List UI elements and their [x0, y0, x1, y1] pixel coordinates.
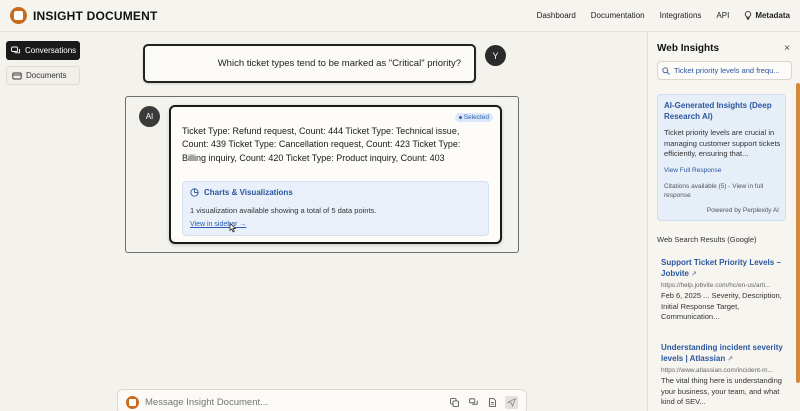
- document-icon: [12, 72, 22, 79]
- web-insights-title: Web Insights: [657, 43, 720, 54]
- search-result[interactable]: Understanding incident severity levels |…: [661, 343, 785, 408]
- chart-pie-icon: [190, 188, 199, 197]
- metadata-label: Metadata: [755, 11, 790, 20]
- close-icon[interactable]: ×: [784, 43, 790, 54]
- chat-bubbles-icon: [469, 397, 478, 405]
- top-header: INSIGHT DOCUMENT Dashboard Documentation…: [0, 0, 800, 32]
- sidebar-item-documents[interactable]: Documents: [6, 66, 80, 85]
- external-link-icon: ↗: [727, 355, 734, 363]
- copy-button[interactable]: [448, 396, 461, 409]
- ai-avatar: AI: [139, 106, 160, 127]
- lightbulb-icon: [745, 11, 752, 20]
- result-url: https://www.atlassian.com/incident-m...: [661, 367, 773, 374]
- send-button[interactable]: [505, 395, 518, 409]
- copy-icon: [450, 397, 459, 407]
- message-input[interactable]: [145, 396, 448, 408]
- user-avatar: Y: [485, 45, 506, 66]
- send-icon: [507, 397, 516, 407]
- chat-mode-button[interactable]: [467, 396, 480, 409]
- viz-title-label: Charts & Visualizations: [204, 188, 293, 197]
- web-insights-panel: Web Insights × AI-Generated Insights (De…: [647, 33, 800, 411]
- nav-integrations[interactable]: Integrations: [660, 11, 702, 20]
- nav-dashboard[interactable]: Dashboard: [537, 11, 576, 20]
- user-message: Which ticket types tend to be marked as …: [143, 44, 476, 83]
- document-icon: [489, 397, 496, 407]
- view-in-sidebar-link[interactable]: View in sidebar →: [190, 221, 246, 228]
- result-url: https://help.jobvite.com/hc/en-us/arti..…: [661, 282, 771, 289]
- dot-icon: [458, 116, 462, 119]
- external-link-icon: ↗: [691, 270, 697, 278]
- chat-bubbles-icon: [11, 46, 20, 53]
- viz-title: Charts & Visualizations: [190, 188, 293, 197]
- insights-search: [657, 61, 792, 80]
- powered-by-label: Powered by Perplexity AI: [706, 207, 779, 214]
- main-nav: Dashboard Documentation Integrations API…: [537, 11, 790, 20]
- ai-insights-text: Ticket priority levels are crucial in ma…: [664, 128, 781, 158]
- message-composer: [117, 389, 527, 411]
- search-result[interactable]: Support Ticket Priority Levels – Jobvite…: [661, 258, 785, 323]
- visualization-panel: Charts & Visualizations 1 visualization …: [182, 181, 489, 236]
- panel-scrollbar[interactable]: [796, 83, 800, 383]
- result-title[interactable]: Understanding incident severity levels |…: [661, 343, 783, 363]
- insights-search-input[interactable]: [673, 66, 787, 75]
- ai-response-card[interactable]: Selected Ticket Type: Refund request, Co…: [169, 105, 502, 244]
- result-snippet: The vital thing here is understanding yo…: [661, 376, 782, 406]
- nav-documentation[interactable]: Documentation: [591, 11, 645, 20]
- selected-badge-label: Selected: [463, 114, 489, 121]
- composer-logo-icon: [126, 395, 139, 409]
- nav-api[interactable]: API: [716, 11, 729, 20]
- ai-insights-card: AI-Generated Insights (Deep Research AI)…: [657, 94, 786, 221]
- brand-logo[interactable]: INSIGHT DOCUMENT: [10, 7, 158, 24]
- logo-icon: [10, 7, 27, 24]
- viz-description: 1 visualization available showing a tota…: [190, 206, 377, 215]
- web-results-heading: Web Search Results (Google): [657, 235, 757, 244]
- ai-answer-text: Ticket Type: Refund request, Count: 444 …: [182, 126, 461, 163]
- ai-insights-title: AI-Generated Insights (Deep Research AI): [664, 101, 772, 121]
- left-sidebar: Conversations Documents: [6, 41, 80, 91]
- search-icon: [662, 66, 670, 75]
- result-snippet: Feb 6, 2025 ... Severity, Description, I…: [661, 291, 782, 321]
- brand-name: INSIGHT DOCUMENT: [33, 8, 158, 23]
- sidebar-item-conversations[interactable]: Conversations: [6, 41, 80, 60]
- attach-document-button[interactable]: [486, 396, 499, 409]
- user-question-text: Which ticket types tend to be marked as …: [217, 58, 461, 69]
- result-title[interactable]: Support Ticket Priority Levels – Jobvite: [661, 258, 781, 278]
- metadata-button[interactable]: Metadata: [744, 11, 790, 20]
- mouse-pointer-icon: [229, 223, 237, 233]
- sidebar-item-label: Conversations: [25, 46, 77, 55]
- composer-tools: [448, 395, 518, 409]
- view-full-response-link[interactable]: View Full Response: [664, 167, 721, 174]
- sidebar-item-label: Documents: [26, 71, 67, 80]
- citations-link[interactable]: Citations available (5) - View in full r…: [664, 183, 782, 200]
- selected-badge: Selected: [454, 113, 493, 122]
